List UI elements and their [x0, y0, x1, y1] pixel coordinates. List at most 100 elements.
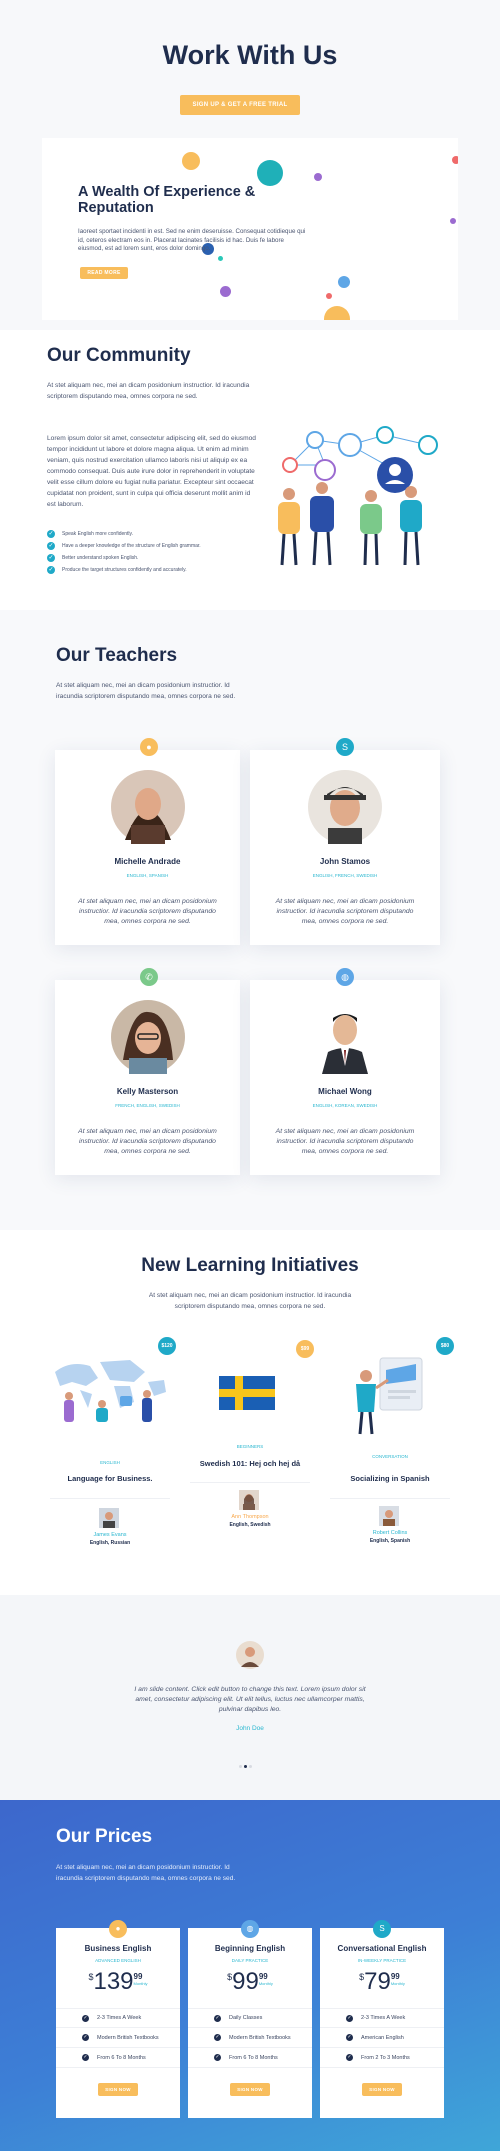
teacher-languages: ENGLISH, SPANISH [126, 873, 169, 878]
teacher-card[interactable]: ● Michelle Andrade ENGLISH, SPANISH At s… [55, 738, 240, 945]
divider [50, 1498, 170, 1499]
plan-icon: ● [109, 1920, 127, 1938]
feature-row: ✓ Daily Classes [188, 2008, 312, 2028]
plan-name: Beginning English [214, 1944, 286, 1953]
course-title[interactable]: Socializing in Spanish [325, 1474, 455, 1483]
check-icon: ✓ [346, 2034, 353, 2041]
checklist-item: ✓ Produce the target structures confident… [47, 566, 187, 574]
community-body: Lorem ipsum dolor sit amet, consectetur … [47, 435, 256, 508]
teacher-bio: At stet aliquam nec, mei an dicam posido… [275, 898, 415, 925]
skype-icon[interactable]: S [336, 738, 354, 756]
check-icon: ✓ [47, 542, 55, 550]
plan-features: ✓ 2-3 Times A Week ✓ American English ✓ Fro… [320, 2008, 444, 2068]
author-languages: English, Spanish [369, 1538, 411, 1544]
signup-trial-button[interactable]: SIGN UP & GET A FREE TRIAL [180, 95, 300, 115]
check-icon: ✓ [47, 554, 55, 562]
decor-circle [326, 293, 332, 299]
pricing-card: ● Business English ADVANCED ENGLISH $ 13… [56, 1920, 180, 2118]
author-languages: English, Swedish [229, 1522, 271, 1528]
plan-price: $ 79 99 Monthly [359, 1968, 405, 1995]
phone-icon[interactable]: ✆ [140, 968, 158, 986]
feature-row: ✓ Modern British Textbooks [56, 2028, 180, 2048]
sign-now-button[interactable]: SIGN NOW [230, 2083, 270, 2096]
teacher-card[interactable]: S John Stamos ENGLISH, FRENCH, SWEDISH A… [250, 738, 440, 945]
plan-name: Conversational English [337, 1944, 427, 1953]
slider-dot-active[interactable] [244, 1765, 247, 1768]
author-name[interactable]: Ann Thompson [185, 1514, 315, 1520]
check-icon: ✓ [47, 530, 55, 538]
initiatives-title: New Learning Initiatives [141, 1255, 359, 1276]
teacher-name: John Stamos [319, 857, 371, 866]
decor-circle [220, 286, 231, 297]
feature-row: ✓ From 2 To 3 Months [320, 2048, 444, 2068]
pricing-card: ◍ Beginning English DAILY PRACTICE $ 99 … [188, 1920, 312, 2118]
teacher-card[interactable]: ✆ Kelly Masterson FRENCH, ENGLISH, SWEDI… [55, 968, 240, 1175]
hero-section: Work With Us SIGN UP & GET A FREE TRIAL … [0, 0, 500, 335]
business-world-map-illustration [55, 1360, 166, 1422]
course-card[interactable]: $99 BEGINNERS Swedish 101: Hej och hej d… [185, 1330, 315, 1570]
teacher-name: Kelly Masterson [116, 1087, 179, 1096]
author-name[interactable]: James Evans [45, 1532, 175, 1538]
course-category: CONVERSATION [372, 1454, 408, 1459]
feature-row: ✓ 2-3 Times A Week [56, 2008, 180, 2028]
course-category: BEGINNERS [236, 1444, 264, 1449]
feature-row: ✓ From 6 To 8 Months [56, 2048, 180, 2068]
initiatives-section: New Learning Initiatives At stet aliquam… [0, 1230, 500, 1595]
prices-intro: At stet aliquam nec, mei an dicam posido… [56, 1864, 236, 1882]
testimonial-text: I am slide content. Click edit button to… [134, 1686, 366, 1713]
teachers-title: Our Teachers [56, 645, 178, 666]
divider [190, 1482, 310, 1483]
course-category: ENGLISH [100, 1460, 120, 1465]
plan-price: $ 139 99 Monthly [88, 1968, 148, 1995]
community-checklist: ✓ Speak English more confidently. ✓ Have a… [47, 528, 267, 576]
author-avatar [99, 1508, 119, 1528]
course-card[interactable]: $80 CONVERSATION Socializing in Spanish … [325, 1330, 455, 1570]
course-title[interactable]: Language for Business. [45, 1474, 175, 1483]
checklist-item: ✓ Better understand spoken English. [47, 554, 139, 562]
slider-dot[interactable] [239, 1765, 242, 1768]
plan-icon: ◍ [241, 1920, 259, 1938]
decor-circle [324, 306, 350, 320]
checklist-item: ✓ Have a deeper knowledge of the structur… [47, 542, 201, 550]
checklist-item: ✓ Speak English more confidently. [47, 530, 134, 538]
check-icon: ✓ [47, 566, 55, 574]
plan-name: Business English [84, 1944, 152, 1953]
pricing-card: S Conversational English IN-WEEKLY PRACT… [320, 1920, 444, 2118]
testimonial-avatar [236, 1641, 264, 1669]
author-avatar [239, 1490, 259, 1510]
community-section: Our Community At stet aliquam nec, mei a… [0, 330, 500, 610]
community-network-illustration [278, 426, 438, 566]
course-card[interactable]: $120 ENGLISH Language for Business. Jame… [45, 1330, 176, 1570]
plan-price: $ 99 99 Monthly [227, 1968, 273, 1995]
author-name[interactable]: Robert Collins [325, 1530, 455, 1536]
feature-row: ✓ Modern British Textbooks [188, 2028, 312, 2048]
chat-bubble-icon[interactable]: ● [140, 738, 158, 756]
sign-now-button[interactable]: SIGN NOW [362, 2083, 402, 2096]
hero-title: Work With Us [162, 40, 338, 70]
teacher-name: Michelle Andrade [114, 857, 181, 866]
slider-pagination [236, 322, 276, 335]
author-avatar [379, 1506, 399, 1526]
slider-dot[interactable] [249, 1765, 252, 1768]
decor-circle [218, 256, 223, 261]
initiatives-intro: At stet aliquam nec, mei an dicam posido… [148, 1292, 352, 1310]
check-icon: ✓ [82, 2034, 89, 2041]
plan-features: ✓ 2-3 Times A Week ✓ Modern British Textbo… [56, 2008, 180, 2068]
read-more-button[interactable]: READ MORE [80, 267, 128, 279]
teacher-card[interactable]: ◍ Michael Wong ENGLISH, KOREAN, SWEDISH … [250, 968, 440, 1175]
feature-row: ✓ American English [320, 2028, 444, 2048]
decor-circle [452, 156, 458, 164]
teacher-name: Michael Wong [318, 1087, 372, 1096]
testimonial-author: John Doe [236, 1725, 264, 1732]
sign-now-button[interactable]: SIGN NOW [98, 2083, 138, 2096]
slider-text: Iaoreet sportaet incidenti in est. Sed n… [78, 228, 306, 252]
spanish-chat-illustration [356, 1357, 423, 1435]
teacher-languages: ENGLISH, KOREAN, SWEDISH [312, 1103, 378, 1108]
teacher-bio: At stet aliquam nec, mei an dicam posido… [78, 898, 217, 925]
chat-bubbles-icon[interactable]: ◍ [336, 968, 354, 986]
teacher-bio: At stet aliquam nec, mei an dicam posido… [275, 1128, 415, 1155]
check-icon: ✓ [82, 2054, 89, 2061]
course-title[interactable]: Swedish 101: Hej och hej då [185, 1459, 315, 1468]
community-intro: At stet aliquam nec, mei an dicam posido… [47, 382, 250, 400]
decor-circle [257, 160, 283, 186]
